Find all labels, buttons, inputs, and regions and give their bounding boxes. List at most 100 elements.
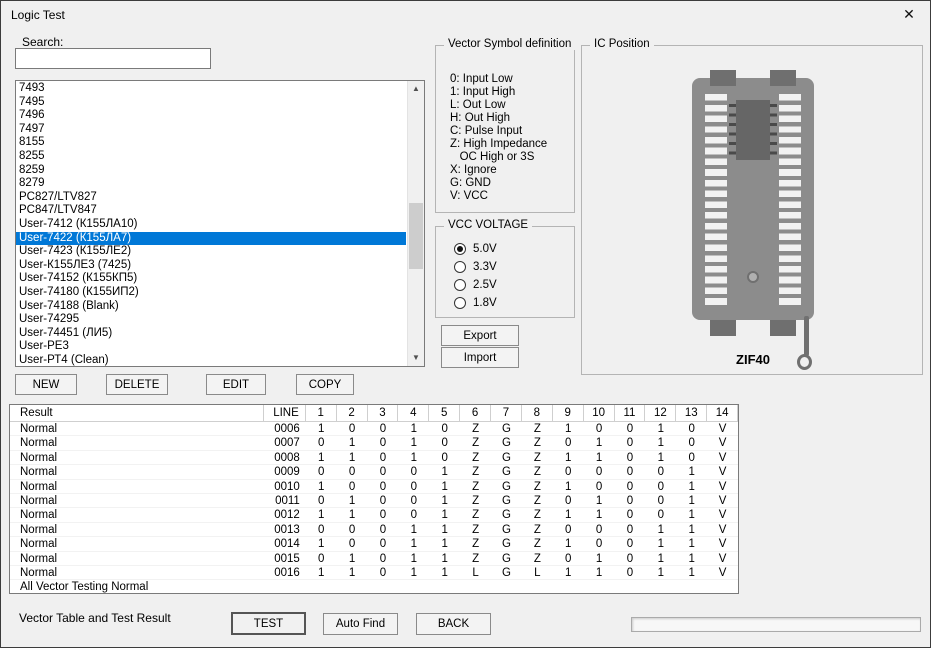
list-item[interactable]: User-74188 (Blank) — [16, 300, 406, 314]
radio-icon[interactable] — [454, 279, 466, 291]
new-button[interactable]: NEW — [15, 374, 77, 395]
vcc-option-1.8v[interactable]: 1.8V — [454, 294, 497, 312]
list-item[interactable]: 8255 — [16, 150, 406, 164]
pin-cell: 1 — [429, 566, 460, 579]
list-item[interactable]: User-7412 (К155ЛА10) — [16, 218, 406, 232]
column-header[interactable]: 8 — [522, 405, 553, 421]
pin-cell: 0 — [368, 465, 399, 478]
zif-socket: ZIF40 — [692, 70, 814, 370]
pin-cell: 0 — [615, 451, 646, 464]
radio-icon[interactable] — [454, 243, 466, 255]
list-item[interactable]: 8279 — [16, 177, 406, 191]
table-row[interactable]: Normal000701010ZGZ01010V — [10, 436, 738, 450]
export-button[interactable]: Export — [441, 325, 519, 346]
scroll-up-icon[interactable]: ▲ — [408, 81, 424, 97]
table-row[interactable]: Normal001010001ZGZ10001V — [10, 480, 738, 494]
table-row[interactable]: Normal000610010ZGZ10010V — [10, 422, 738, 436]
column-header[interactable]: 1 — [306, 405, 337, 421]
list-item[interactable]: User-74295 — [16, 313, 406, 327]
scroll-down-icon[interactable]: ▼ — [408, 350, 424, 366]
pin-cell: 0 — [615, 537, 646, 550]
list-item[interactable]: User-74180 (К155ИП2) — [16, 286, 406, 300]
list-item[interactable]: User-7423 (К155ЛЕ2) — [16, 245, 406, 259]
radio-icon[interactable] — [454, 297, 466, 309]
back-button[interactable]: BACK — [416, 613, 491, 635]
column-header[interactable]: 7 — [491, 405, 522, 421]
result-cell: Normal — [10, 480, 264, 493]
list-item[interactable]: User-РЕ3 — [16, 340, 406, 354]
search-input[interactable] — [15, 48, 211, 69]
list-item[interactable]: User-7422 (К155ЛА7) — [16, 232, 406, 246]
vector-result-table[interactable]: ResultLINE1234567891011121314 Normal0006… — [9, 404, 739, 594]
list-item[interactable]: 7497 — [16, 123, 406, 137]
column-header[interactable]: Result — [10, 405, 264, 421]
pin-cell: Z — [460, 451, 491, 464]
table-row[interactable]: Normal001501011ZGZ01011V — [10, 552, 738, 566]
table-row[interactable]: Normal000811010ZGZ11010V — [10, 451, 738, 465]
pin-cell: 0 — [615, 494, 646, 507]
table-row[interactable]: Normal000900001ZGZ00001V — [10, 465, 738, 479]
pin-cell: 1 — [553, 537, 584, 550]
pin-cell: 0 — [615, 566, 646, 579]
column-header[interactable]: 2 — [337, 405, 368, 421]
edit-button[interactable]: EDIT — [206, 374, 266, 395]
vcc-option-3.3v[interactable]: 3.3V — [454, 258, 497, 276]
pin-cell: 1 — [645, 566, 676, 579]
table-row[interactable]: Normal001410011ZGZ10011V — [10, 537, 738, 551]
list-scrollbar[interactable]: ▲ ▼ — [407, 81, 424, 366]
socket-screw — [747, 271, 759, 283]
table-row[interactable]: Normal001611011LGL11011V — [10, 566, 738, 580]
list-item[interactable]: PC847/LTV847 — [16, 204, 406, 218]
delete-button[interactable]: DELETE — [106, 374, 168, 395]
list-item[interactable]: User-74451 (ЛИ5) — [16, 327, 406, 341]
radio-icon[interactable] — [454, 261, 466, 273]
vcc-option-5.0v[interactable]: 5.0V — [454, 240, 497, 258]
column-header[interactable]: 3 — [368, 405, 399, 421]
table-row[interactable]: Normal001101001ZGZ01001V — [10, 494, 738, 508]
pin-cell: Z — [522, 465, 553, 478]
column-header[interactable]: 6 — [460, 405, 491, 421]
table-header-row: ResultLINE1234567891011121314 — [10, 405, 738, 422]
list-item[interactable]: User-РТ4 (Clean) — [16, 354, 406, 367]
import-button[interactable]: Import — [441, 347, 519, 368]
table-row[interactable]: Normal001300011ZGZ00011V — [10, 523, 738, 537]
column-header[interactable]: 12 — [645, 405, 676, 421]
pin-cell: V — [707, 422, 738, 435]
list-item[interactable]: 7495 — [16, 96, 406, 110]
list-item[interactable]: User-74152 (К155КП5) — [16, 272, 406, 286]
pin-cell: G — [491, 508, 522, 521]
socket-tab — [770, 70, 796, 86]
column-header[interactable]: 13 — [676, 405, 707, 421]
scrollbar-track[interactable] — [408, 97, 424, 350]
list-item[interactable]: User-К155ЛЕ3 (7425) — [16, 259, 406, 273]
list-item[interactable]: PC827/LTV827 — [16, 191, 406, 205]
result-cell: Normal — [10, 451, 264, 464]
pin-cell: 0 — [368, 480, 399, 493]
pin-cell: 1 — [398, 451, 429, 464]
table-row[interactable]: Normal001211001ZGZ11001V — [10, 508, 738, 522]
column-header[interactable]: 10 — [584, 405, 615, 421]
pin-cell: V — [707, 537, 738, 550]
pin-cell: 0 — [615, 552, 646, 565]
vcc-option-2.5v[interactable]: 2.5V — [454, 276, 497, 294]
column-header[interactable]: 5 — [429, 405, 460, 421]
copy-button[interactable]: COPY — [296, 374, 354, 395]
auto-find-button[interactable]: Auto Find — [323, 613, 398, 635]
column-header[interactable]: LINE — [264, 405, 306, 421]
column-header[interactable]: 11 — [615, 405, 646, 421]
list-item[interactable]: 8259 — [16, 164, 406, 178]
column-header[interactable]: 4 — [398, 405, 429, 421]
column-header[interactable]: 9 — [553, 405, 584, 421]
list-item[interactable]: 8155 — [16, 136, 406, 150]
pin-cell: 0 — [553, 523, 584, 536]
chip-list[interactable]: 74937495749674978155825582598279PC827/LT… — [15, 80, 425, 367]
column-header[interactable]: 14 — [707, 405, 738, 421]
pin-cell: Z — [522, 494, 553, 507]
list-item[interactable]: 7496 — [16, 109, 406, 123]
pin-cell: 0 — [398, 480, 429, 493]
close-icon[interactable]: ✕ — [900, 6, 918, 23]
pin-cell: 0 — [398, 465, 429, 478]
scrollbar-thumb[interactable] — [409, 203, 423, 269]
list-item[interactable]: 7493 — [16, 82, 406, 96]
test-button[interactable]: TEST — [231, 612, 306, 635]
